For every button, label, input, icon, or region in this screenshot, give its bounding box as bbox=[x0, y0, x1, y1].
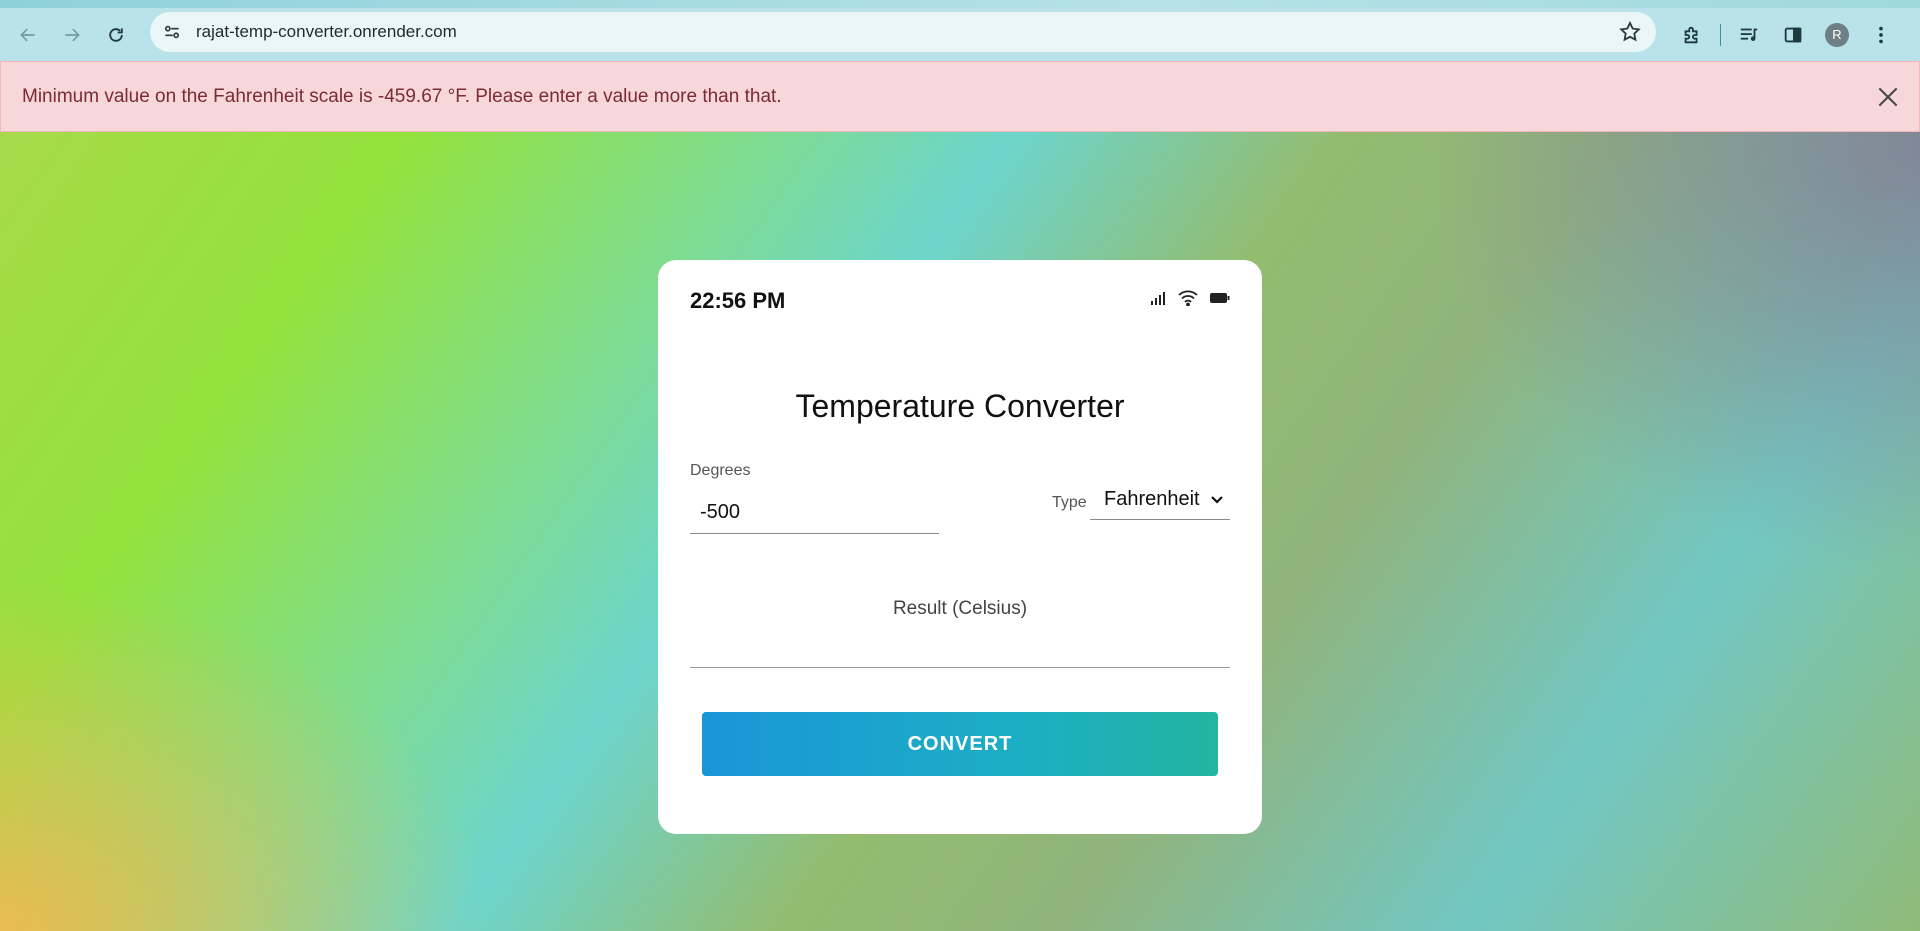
forward-button[interactable] bbox=[50, 13, 94, 57]
profile-button[interactable]: R bbox=[1815, 13, 1859, 57]
bookmark-star-icon[interactable] bbox=[1618, 20, 1642, 44]
kebab-menu-icon bbox=[1879, 26, 1883, 43]
signal-icon bbox=[1151, 292, 1165, 305]
side-panel-icon bbox=[1784, 27, 1802, 42]
back-arrow-icon bbox=[20, 28, 35, 41]
extensions-button[interactable] bbox=[1670, 13, 1714, 57]
wifi-icon bbox=[1178, 290, 1198, 306]
status-time: 22:56 PM bbox=[690, 288, 786, 313]
degrees-label: Degrees bbox=[690, 462, 751, 479]
converter-card: 22:56 PM Temperature Converter Degrees T… bbox=[658, 260, 1262, 834]
toolbar-divider bbox=[1720, 23, 1721, 46]
forward-arrow-icon bbox=[65, 28, 80, 41]
url-text[interactable]: rajat-temp-converter.onrender.com bbox=[196, 22, 457, 42]
chevron-down-icon bbox=[1211, 496, 1223, 504]
address-bar[interactable]: rajat-temp-converter.onrender.com bbox=[150, 12, 1656, 52]
result-label: Result (Celsius) bbox=[892, 598, 1028, 619]
site-info-icon[interactable] bbox=[152, 12, 192, 52]
reload-icon bbox=[109, 27, 123, 42]
media-controls-button[interactable] bbox=[1727, 13, 1771, 57]
type-label: Type bbox=[1052, 494, 1087, 511]
page-background: Minimum value on the Fahrenheit scale is… bbox=[0, 61, 1920, 931]
degrees-input[interactable] bbox=[690, 492, 939, 534]
battery-icon bbox=[1210, 293, 1230, 303]
convert-button[interactable]: CONVERT bbox=[702, 712, 1218, 776]
close-icon[interactable] bbox=[1875, 84, 1901, 110]
browser-menu-button[interactable] bbox=[1859, 13, 1903, 57]
browser-tabstrip-edge bbox=[0, 0, 1920, 8]
avatar: R bbox=[1825, 22, 1849, 47]
side-panel-button[interactable] bbox=[1771, 13, 1815, 57]
error-alert: Minimum value on the Fahrenheit scale is… bbox=[0, 61, 1920, 132]
status-icons bbox=[1150, 290, 1230, 306]
toolbar-actions: R bbox=[1670, 8, 1903, 61]
page-title: Temperature Converter bbox=[795, 388, 1125, 424]
back-button[interactable] bbox=[6, 13, 50, 57]
browser-toolbar: rajat-temp-converter.onrender.com R bbox=[0, 8, 1920, 61]
reload-button[interactable] bbox=[94, 13, 138, 57]
alert-message: Minimum value on the Fahrenheit scale is… bbox=[22, 85, 782, 107]
type-select-value: Fahrenheit bbox=[1104, 488, 1200, 510]
extensions-icon bbox=[1684, 26, 1698, 43]
type-select[interactable]: Fahrenheit bbox=[1090, 480, 1230, 520]
media-controls-icon bbox=[1740, 28, 1758, 41]
result-underline bbox=[690, 667, 1230, 668]
